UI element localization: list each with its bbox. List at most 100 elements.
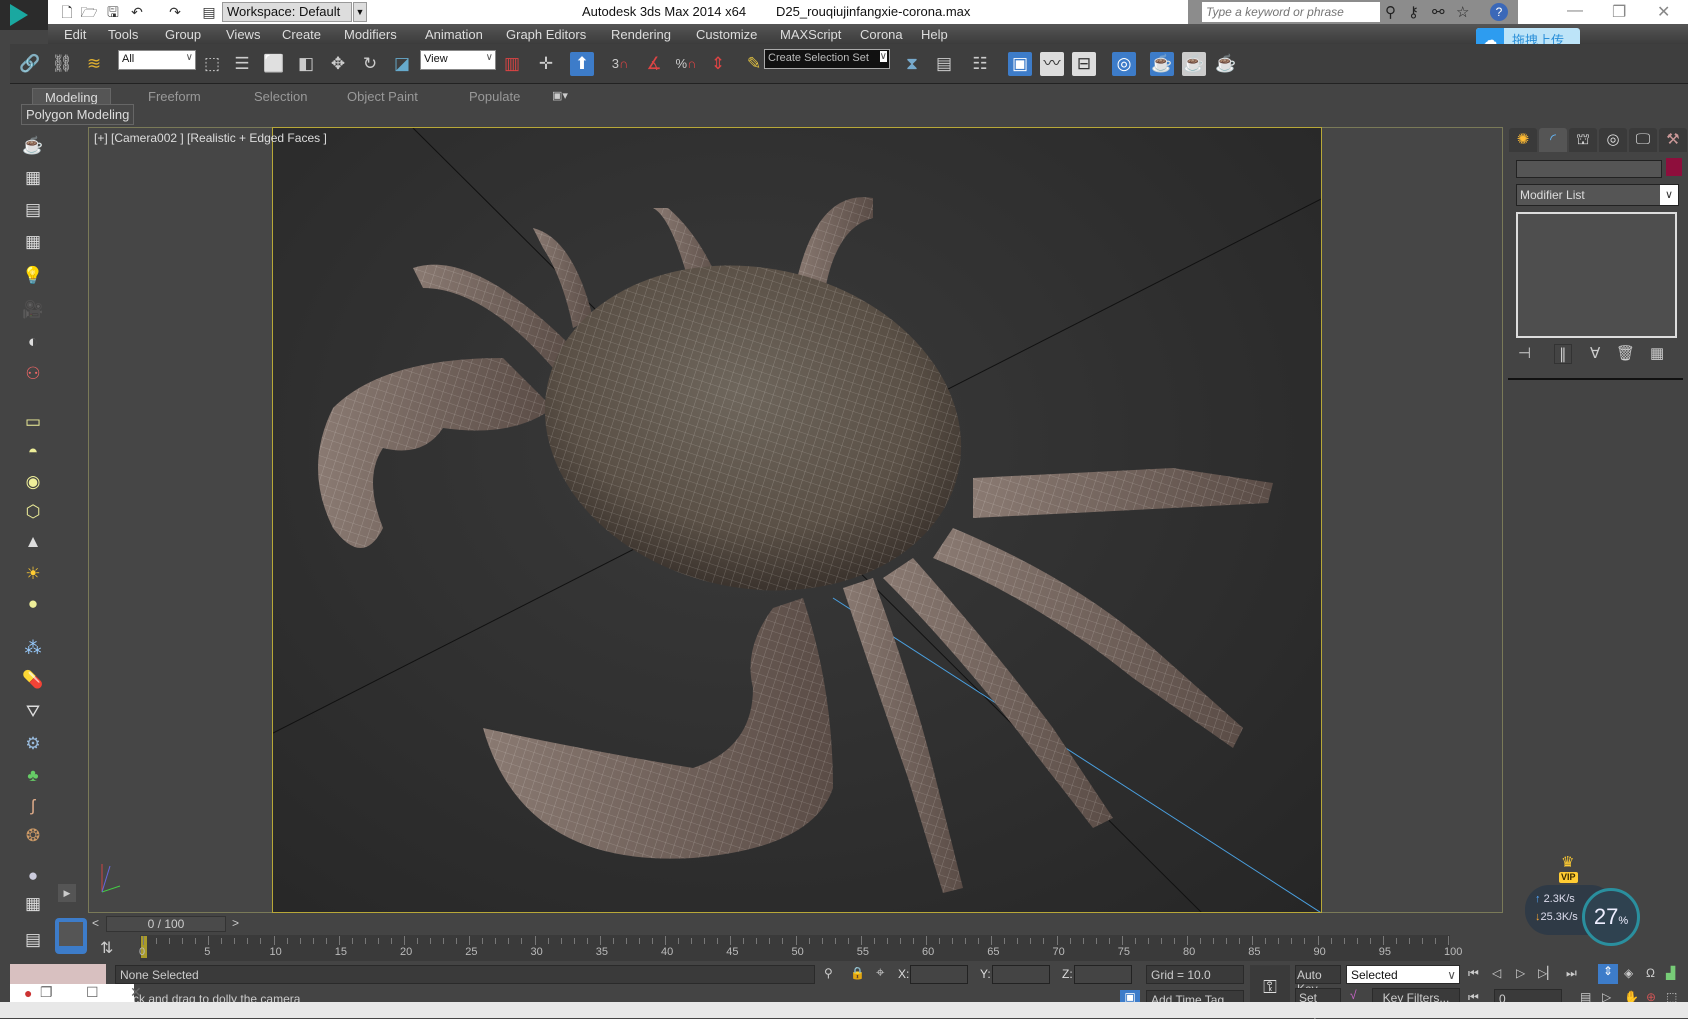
menu-maxscript[interactable]: MAXScript [780, 27, 841, 42]
render-icon[interactable]: ▦ [20, 166, 46, 190]
time-prev-button[interactable]: < [92, 916, 99, 930]
open-file-icon[interactable]: 🗁 [80, 3, 98, 21]
reference-coordinate-dropdown[interactable]: View ∨ [420, 50, 496, 70]
document-icon[interactable]: ▤ [20, 198, 46, 222]
tab-freeform[interactable]: Freeform [136, 88, 213, 105]
dome-icon[interactable]: ◓ [20, 440, 46, 464]
quick-access-dropdown[interactable]: ▼ [353, 2, 367, 22]
percent-snap-icon[interactable]: %∩ [674, 52, 698, 76]
tab-object-paint[interactable]: Object Paint [335, 88, 430, 105]
menu-rendering[interactable]: Rendering [611, 27, 671, 42]
maximize-icon[interactable]: ☐ [86, 984, 99, 1001]
field-of-view-icon[interactable]: ◈ [1624, 966, 1633, 980]
zoom-icon[interactable]: ⇕ [1598, 964, 1618, 984]
undo-icon[interactable]: ↶ [128, 3, 146, 21]
keyboard-shortcut-override-icon[interactable]: ⬆ [570, 52, 594, 76]
key-curve-icon[interactable]: √ [1350, 988, 1357, 1002]
viewport-expand-button[interactable]: ▶ [58, 884, 76, 902]
menu-help[interactable]: Help [921, 27, 948, 42]
menu-create[interactable]: Create [282, 27, 321, 42]
align-icon[interactable]: ▤ [932, 52, 956, 76]
move-icon[interactable]: ✥ [326, 52, 350, 76]
hierarchy-icon[interactable]: ⛛ [20, 700, 46, 724]
asset-browser-icon[interactable]: ▦ [20, 892, 46, 916]
binoculars-icon[interactable]: ⚲ [1385, 3, 1396, 21]
app-logo-button[interactable] [0, 0, 48, 30]
motion-tab-icon[interactable]: ◎ [1599, 128, 1627, 152]
y-coordinate-input[interactable] [992, 965, 1050, 984]
isolate-icon[interactable]: ⚲ [824, 966, 833, 980]
table-icon[interactable]: ▦ [20, 230, 46, 254]
menu-tools[interactable]: Tools [108, 27, 138, 42]
selection-lock-icon[interactable]: 🔒 [850, 966, 865, 980]
utilities-tab-icon[interactable]: ⚒ [1659, 128, 1687, 152]
restore-icon[interactable]: ❐ [40, 984, 53, 1001]
workspace-dropdown[interactable]: Workspace: Default [222, 2, 352, 22]
menu-modifiers[interactable]: Modifiers [344, 27, 397, 42]
absolute-mode-icon[interactable]: ⌖ [876, 964, 884, 981]
sphere-half-icon[interactable]: ◐ [20, 330, 46, 354]
curve-editor-icon[interactable]: 〰 [1040, 52, 1064, 76]
video-camera-icon[interactable]: ⚇ [20, 362, 46, 386]
scale-icon[interactable]: ◪ [390, 52, 414, 76]
key-icon[interactable]: ⚷ [1408, 3, 1419, 21]
gear-icon[interactable]: ⚙ [20, 732, 46, 756]
cloth-icon[interactable]: ❂ [20, 824, 46, 848]
mirror-icon[interactable]: ⧗ [900, 52, 924, 76]
project-folder-icon[interactable]: ▤ [200, 3, 218, 21]
play-icon[interactable]: ▷ [1516, 966, 1525, 980]
render-production-icon[interactable]: ☕ [1214, 52, 1238, 76]
plane-icon[interactable]: ▭ [20, 410, 46, 434]
menu-customize[interactable]: Customize [696, 27, 757, 42]
script-listener-icon[interactable]: ▤ [20, 928, 46, 952]
track-bar-toggle-icon[interactable]: ⇅ [100, 938, 113, 958]
polygon-modeling-panel[interactable]: Polygon Modeling [21, 104, 135, 125]
edit-named-selection-icon[interactable]: ✎ [742, 52, 766, 76]
hair-icon[interactable]: ʃ [20, 794, 46, 818]
go-to-end-icon[interactable]: ⏭ [1566, 966, 1577, 981]
menu-group[interactable]: Group [165, 27, 201, 42]
window-crossing-icon[interactable]: ◧ [294, 52, 318, 76]
key-mode-dropdown[interactable]: Selected ∨ [1346, 965, 1460, 984]
menu-edit[interactable]: Edit [64, 27, 86, 42]
tab-populate[interactable]: Populate [457, 88, 532, 105]
material-editor-icon[interactable]: ◎ [1112, 52, 1136, 76]
bind-space-warp-icon[interactable]: ≋ [82, 52, 106, 76]
display-tab-icon[interactable]: 🖵 [1629, 128, 1657, 152]
unlink-icon[interactable]: ⛓ [50, 52, 74, 76]
rectangular-selection-icon[interactable]: ⬜ [262, 52, 286, 76]
material-sphere-icon[interactable]: ● [20, 864, 46, 888]
menu-animation[interactable]: Animation [425, 27, 483, 42]
time-slider[interactable]: 0 / 100 [106, 916, 226, 932]
configure-modifier-sets-icon[interactable]: ▦ [1650, 344, 1664, 362]
select-by-name-icon[interactable]: ☰ [230, 52, 254, 76]
modifier-stack[interactable] [1516, 212, 1677, 338]
particles-icon[interactable]: ⁂ [20, 636, 46, 660]
save-icon[interactable]: 🖫 [104, 3, 122, 21]
modifier-list-dropdown[interactable]: Modifier List ∨ [1516, 184, 1679, 206]
mini-listener-button[interactable] [55, 918, 87, 954]
sun-icon[interactable]: ☀ [20, 562, 46, 586]
cone-icon[interactable]: ▲ [20, 530, 46, 554]
menu-views[interactable]: Views [226, 27, 260, 42]
viewport-label[interactable]: [+] [Camera002 ] [Realistic + Edged Face… [94, 131, 327, 145]
camera-icon[interactable]: 🎥 [20, 298, 46, 322]
select-link-icon[interactable]: 🔗 [18, 52, 42, 76]
next-frame-icon[interactable]: ▷▏ [1538, 966, 1556, 980]
sphere-icon[interactable]: ◉ [20, 470, 46, 494]
geosphere-icon[interactable]: ⬡ [20, 500, 46, 524]
maximize-viewport-icon[interactable]: ▟ [1666, 966, 1675, 980]
menu-graph-editors[interactable]: Graph Editors [506, 27, 586, 42]
layer-manager-icon[interactable]: ☷ [968, 52, 992, 76]
select-manipulate-icon[interactable]: ✛ [534, 52, 558, 76]
time-next-button[interactable]: > [232, 916, 239, 930]
go-to-start-icon[interactable]: ⏮ [1468, 966, 1479, 981]
pin-stack-icon[interactable]: ⊣ [1518, 344, 1531, 362]
scene-explorer-icon[interactable]: ▣ [1008, 52, 1032, 76]
restore-button[interactable]: ❐ [1612, 2, 1626, 22]
schematic-view-icon[interactable]: ⊟ [1072, 52, 1096, 76]
make-unique-icon[interactable]: ∀ [1590, 344, 1600, 362]
new-file-icon[interactable]: 🗋 [58, 3, 76, 21]
teapot-icon[interactable]: ☕ [20, 134, 46, 158]
tab-selection[interactable]: Selection [242, 88, 319, 105]
